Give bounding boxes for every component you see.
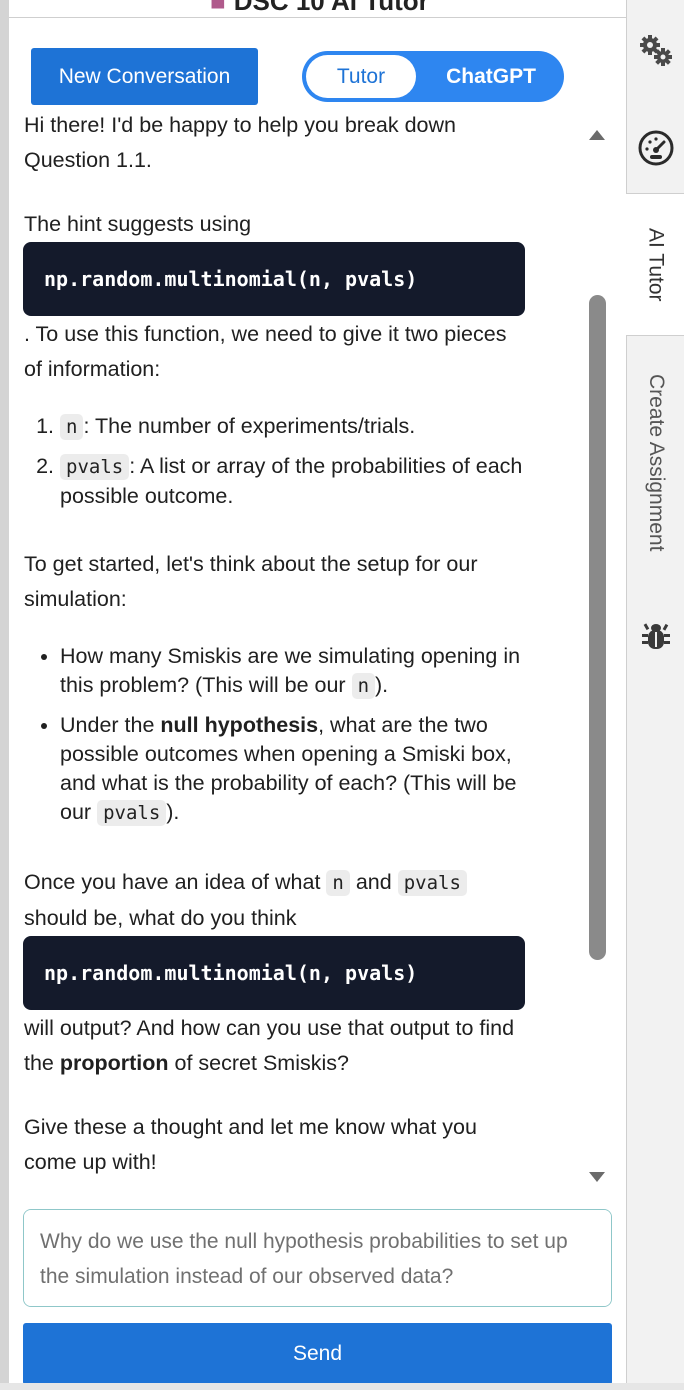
message-paragraph: The hint suggests using [24,212,252,236]
inline-code: n [326,870,350,896]
tab-create-assignment[interactable]: Create Assignment [627,350,684,575]
message-paragraph: . To use this function, we need to give … [24,322,507,381]
message-input[interactable] [23,1209,612,1307]
scroll-down-arrow[interactable] [589,1172,605,1182]
param-list: n: The number of experiments/trials. pva… [24,412,529,511]
list-item: pvals: A list or array of the probabilit… [60,452,529,511]
scrollbar-thumb[interactable] [589,295,606,960]
list-item: n: The number of experiments/trials. [60,412,529,442]
bottom-bar [0,1383,684,1390]
code-block: np.random.multinomial(n, pvals) [23,242,525,316]
message-area[interactable]: Hi there! I'd be happy to help you break… [9,112,612,1196]
bug-icon[interactable] [627,620,684,652]
mode-toggle[interactable]: Tutor ChatGPT [302,51,564,102]
inline-code: pvals [397,870,467,896]
code-block: np.random.multinomial(n, pvals) [23,936,525,1010]
right-sidebar: AI Tutor Create Assignment [626,0,684,1390]
panel-title: ■ DSC 10 AI Tutor [210,0,429,17]
gears-icon[interactable] [627,33,684,69]
inline-code: n [60,414,84,440]
header-divider [9,17,626,18]
message-paragraph: Once you have an idea of what n and pval… [24,865,529,936]
mode-option-chatgpt[interactable]: ChatGPT [422,55,560,98]
left-gutter [0,0,9,1390]
scroll-up-arrow[interactable] [589,130,605,140]
message-paragraph: Give these a thought and let me know wha… [24,1115,477,1174]
message-paragraph: To get started, let's think about the se… [24,552,478,611]
dashboard-gauge-icon[interactable] [627,129,684,167]
message-paragraph: Hi there! I'd be happy to help you break… [24,113,456,172]
send-button[interactable]: Send [23,1323,612,1385]
list-item: How many Smiskis are we simulating openi… [60,642,529,701]
inline-code: n [351,673,376,699]
assistant-message: Hi there! I'd be happy to help you break… [23,112,529,1180]
question-list: How many Smiskis are we simulating openi… [24,642,529,828]
message-paragraph: will output? And how can you use that ou… [24,1016,515,1075]
tab-ai-tutor[interactable]: AI Tutor [626,193,684,336]
inline-code: pvals [97,800,167,826]
new-conversation-button[interactable]: New Conversation [31,48,258,105]
tutor-logo-icon: ■ [210,0,226,16]
inline-code: pvals [60,454,130,480]
mode-option-tutor[interactable]: Tutor [306,55,416,98]
list-item: Under the null hypothesis, what are the … [60,711,529,828]
